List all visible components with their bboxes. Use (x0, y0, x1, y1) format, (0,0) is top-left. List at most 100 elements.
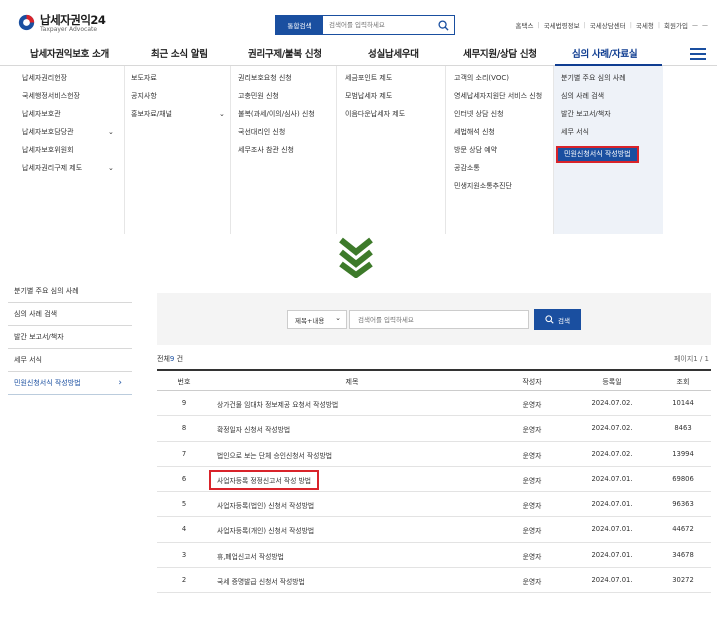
mega-item[interactable]: 민생지원소통추진단 (454, 182, 553, 191)
mega-item[interactable]: 이음다운납세자 제도 (345, 110, 445, 119)
board-search-button[interactable]: 검색 (534, 309, 581, 330)
sidebar-item-label: 민원신청서식 작성방법 (14, 379, 81, 387)
mega-item[interactable]: 세무 서식 (561, 128, 663, 137)
table-row[interactable]: 2 국세 증명발급 신청서 작성방법 운영자 2024.07.01. 30272 (157, 568, 711, 594)
mega-item[interactable]: 영세납세자지원단 서비스 신청 (454, 92, 550, 101)
row-date: 2024.07.02. (591, 399, 633, 407)
mega-item[interactable]: 방문 상담 예약 (454, 146, 553, 155)
row-views: 13994 (672, 449, 694, 458)
util-link-law-info[interactable]: 국세법령정보 (544, 20, 580, 30)
mega-item[interactable]: 납세자보호관 (16, 110, 118, 119)
mega-item[interactable]: 공감소통 (454, 164, 553, 173)
table-row[interactable]: 4 사업자등록(개인) 신청서 작성방법 운영자 2024.07.01. 446… (157, 517, 711, 543)
row-views: 8463 (674, 424, 692, 433)
table-row[interactable]: 8 확정일자 신청서 작성방법 운영자 2024.07.02. 8463 (157, 416, 711, 442)
mega-item-selected[interactable]: 민원신청서식 작성방법 (556, 146, 663, 163)
board-search-panel: 제목+내용 ⌄ 검색 (157, 293, 711, 345)
site-logo[interactable]: 납세자권익24 Taxpayer Advocate (18, 12, 128, 36)
column-header-title: 제목 (345, 378, 359, 386)
mega-item[interactable]: 고충민원 신청 (238, 92, 336, 101)
mega-item[interactable]: 국세행정서비스헌장 (16, 92, 118, 101)
row-title-link[interactable]: 휴,폐업신고서 작성방법 (217, 551, 284, 561)
hamburger-menu-icon[interactable] (690, 48, 706, 60)
mega-item-with-submenu[interactable]: 홍보자료/채널 ⌄ (131, 110, 230, 119)
chevron-down-icon: ⌄ (108, 164, 114, 172)
row-date: 2024.07.02. (591, 449, 633, 458)
row-author: 운영자 (522, 502, 542, 511)
mega-item[interactable]: 세금포인트 제도 (345, 74, 445, 83)
mega-item[interactable]: 납세자권리헌장 (16, 74, 118, 83)
mega-item[interactable]: 인터넷 상담 신청 (454, 110, 553, 119)
global-search-button[interactable] (432, 16, 454, 34)
row-views: 44672 (672, 525, 694, 534)
board-table: 번호 제목 작성자 등록일 조회 9 상가건물 임대차 정보제공 요청서 작성방… (157, 369, 711, 594)
mega-col-honest-taxpayer: 세금포인트 제도 모범납세자 제도 이음다운납세자 제도 (336, 66, 445, 234)
row-no: 7 (181, 449, 187, 458)
row-author: 운영자 (522, 476, 542, 485)
util-link-hometax[interactable]: 홈택스 (516, 20, 534, 30)
mega-item[interactable]: 세무조사 참관 신청 (238, 146, 336, 155)
row-title-link-highlighted[interactable]: 사업자등록 정정신고서 작성 방법 (209, 469, 320, 490)
nav-item-intro[interactable]: 납세자권익보호 소개 (30, 46, 109, 60)
mega-item[interactable]: 분기별 주요 심의 사례 (561, 74, 663, 83)
nav-item-honest-taxpayer[interactable]: 성실납세우대 (368, 46, 419, 60)
search-scope-select[interactable]: 통합검색 (276, 16, 323, 34)
util-link-nts[interactable]: 국세청 (636, 20, 654, 30)
zoom-controls[interactable]: ㅡ ㅡ (692, 20, 709, 30)
mega-item[interactable]: 납세자보호위원회 (16, 146, 118, 155)
row-author: 운영자 (522, 552, 542, 561)
sidebar-item-tax-forms[interactable]: 세무 서식 (8, 349, 132, 372)
row-title-link[interactable]: 사업자등록(개인) 신청서 작성방법 (217, 525, 314, 535)
board-search-input[interactable] (349, 310, 529, 329)
mega-item[interactable]: 불복(과세/이의/심사) 신청 (238, 110, 336, 119)
row-views: 34678 (672, 550, 694, 559)
row-date: 2024.07.01. (591, 550, 633, 559)
mega-item-label: 홍보자료/채널 (131, 110, 172, 118)
row-title-link[interactable]: 사업자등록(법인) 신청서 작성방법 (217, 500, 314, 510)
sidebar-item-case-search[interactable]: 심의 사례 검색 (8, 303, 132, 326)
util-separator: | (583, 21, 586, 29)
table-row[interactable]: 9 상가건물 임대차 정보제공 요청서 작성방법 운영자 2024.07.02.… (157, 391, 711, 417)
mega-item[interactable]: 고객의 소리(VOC) (454, 74, 553, 83)
main-navigation: 납세자권익보호 소개 최근 소식 알림 권리구제/불복 신청 성실납세우대 세무… (0, 42, 717, 66)
nav-item-support[interactable]: 세무지원/상담 신청 (463, 46, 537, 60)
sidebar-item-form-guides[interactable]: 민원신청서식 작성방법 › (8, 372, 132, 395)
global-search-input[interactable] (323, 16, 432, 34)
row-views: 69806 (672, 474, 694, 483)
table-row[interactable]: 3 휴,폐업신고서 작성방법 운영자 2024.07.01. 34678 (157, 543, 711, 569)
mega-item[interactable]: 보도자료 (131, 74, 230, 83)
row-views: 96363 (672, 500, 694, 509)
sidebar-item-reports[interactable]: 발간 보고서/책자 (8, 326, 132, 349)
table-row-highlighted[interactable]: 6 사업자등록 정정신고서 작성 방법 운영자 2024.07.01. 6980… (157, 467, 711, 493)
util-separator: | (657, 21, 661, 29)
highlighted-menu-item[interactable]: 민원신청서식 작성방법 (556, 146, 639, 163)
search-scope-dropdown[interactable]: 제목+내용 ⌄ (287, 310, 347, 329)
mega-item[interactable]: 국선대리인 신청 (238, 128, 336, 137)
mega-col-intro: 납세자권리헌장 국세행정서비스헌장 납세자보호관 납세자보호담당관 ⌄ 납세자보호… (16, 66, 118, 234)
chevron-down-icon: ⌄ (108, 128, 114, 136)
mega-item[interactable]: 공지사항 (131, 92, 230, 101)
row-title-link[interactable]: 법인으로 보는 단체 승인신청서 작성방법 (217, 450, 332, 460)
util-separator: | (629, 21, 632, 29)
row-title-link[interactable]: 확정일자 신청서 작성방법 (217, 424, 290, 434)
mega-item[interactable]: 권리보호요청 신청 (238, 74, 336, 83)
row-date: 2024.07.01. (591, 474, 633, 483)
mega-item-with-submenu[interactable]: 납세자보호담당관 ⌄ (16, 128, 118, 137)
mega-item[interactable]: 모범납세자 제도 (345, 92, 445, 101)
total-count: 전체9 건 (157, 354, 183, 364)
mega-item-with-submenu[interactable]: 납세자권리구제 제도 ⌄ (16, 164, 118, 173)
table-row[interactable]: 5 사업자등록(법인) 신청서 작성방법 운영자 2024.07.01. 963… (157, 492, 711, 518)
sidebar-item-quarterly-cases[interactable]: 분기별 주요 심의 사례 (8, 280, 132, 303)
mega-col-remedy: 권리보호요청 신청 고충민원 신청 불복(과세/이의/심사) 신청 국선대리인 … (230, 66, 336, 234)
mega-item[interactable]: 세법해석 신청 (454, 128, 553, 137)
row-title-link[interactable]: 상가건물 임대차 정보제공 요청서 작성방법 (217, 399, 338, 409)
nav-item-remedy[interactable]: 권리구제/불복 신청 (248, 46, 322, 60)
nav-item-news[interactable]: 최근 소식 알림 (151, 46, 208, 60)
row-title-link[interactable]: 국세 증명발급 신청서 작성방법 (217, 576, 305, 586)
nav-item-cases-resources[interactable]: 심의 사례/자료실 (572, 46, 638, 60)
mega-item[interactable]: 심의 사례 검색 (561, 92, 663, 101)
util-link-consult-center[interactable]: 국세상담센터 (590, 20, 626, 30)
util-link-signup[interactable]: 회원가입 (664, 20, 688, 30)
mega-item[interactable]: 발간 보고서/책자 (561, 110, 663, 119)
table-row[interactable]: 7 법인으로 보는 단체 승인신청서 작성방법 운영자 2024.07.02. … (157, 442, 711, 467)
